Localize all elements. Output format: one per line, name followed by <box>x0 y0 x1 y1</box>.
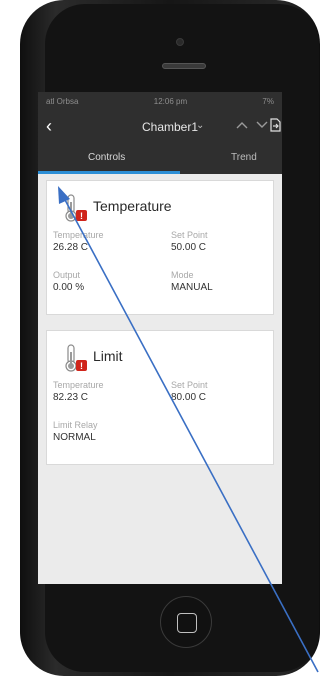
field-label: Limit Relay <box>53 420 98 430</box>
field-value: 26.28 C <box>53 242 89 253</box>
clock-text: 12:06 pm <box>153 96 188 106</box>
field-label: Mode <box>171 270 194 280</box>
field-label: Set Point <box>171 380 208 390</box>
tab-trend[interactable]: Trend <box>231 152 257 163</box>
front-camera <box>176 38 184 46</box>
navigation-bar: ‹ Chamber1 ⌄ <box>38 110 282 144</box>
output-value[interactable]: 0.00 % <box>53 282 84 293</box>
card-title: Limit <box>93 348 123 364</box>
back-button[interactable]: ‹ <box>46 116 52 137</box>
home-button[interactable] <box>160 596 212 648</box>
app-screen: atl Orbsa 12:06 pm 7% ‹ Chamber1 ⌄ Contr… <box>38 92 282 584</box>
chamber-selector[interactable]: Chamber1 <box>142 120 198 134</box>
svg-text:!: ! <box>80 361 83 371</box>
earpiece-speaker <box>162 63 206 69</box>
limit-relay-value: NORMAL <box>53 432 96 443</box>
field-label: Temperature <box>53 380 104 390</box>
field-label: Set Point <box>171 230 208 240</box>
battery-text: 7% <box>262 96 274 106</box>
home-square-icon <box>177 613 197 633</box>
previous-chamber-icon[interactable] <box>236 121 248 129</box>
thermometer-alarm-icon: ! <box>65 344 87 372</box>
chevron-down-icon[interactable]: ⌄ <box>196 120 204 131</box>
limit-card[interactable]: ! Limit Temperature 82.23 C Set Point 80… <box>46 330 274 465</box>
tab-controls[interactable]: Controls <box>88 152 125 163</box>
field-label: Temperature <box>53 230 104 240</box>
thermometer-alarm-icon: ! <box>65 194 87 222</box>
setpoint-value[interactable]: 80.00 C <box>171 392 206 403</box>
field-label: Output <box>53 270 81 280</box>
active-tab-indicator <box>38 171 180 174</box>
svg-text:!: ! <box>80 211 83 221</box>
card-title: Temperature <box>93 198 172 214</box>
next-chamber-icon[interactable] <box>256 121 268 129</box>
export-icon[interactable] <box>270 118 281 132</box>
setpoint-value[interactable]: 50.00 C <box>171 242 206 253</box>
carrier-text: atl Orbsa <box>46 96 79 106</box>
status-bar: atl Orbsa 12:06 pm 7% <box>38 92 282 110</box>
mode-value[interactable]: MANUAL <box>171 282 213 293</box>
tab-bar: Controls Trend <box>38 144 282 174</box>
temperature-card[interactable]: ! Temperature Temperature 26.28 C Set Po… <box>46 180 274 315</box>
field-value: 82.23 C <box>53 392 89 403</box>
